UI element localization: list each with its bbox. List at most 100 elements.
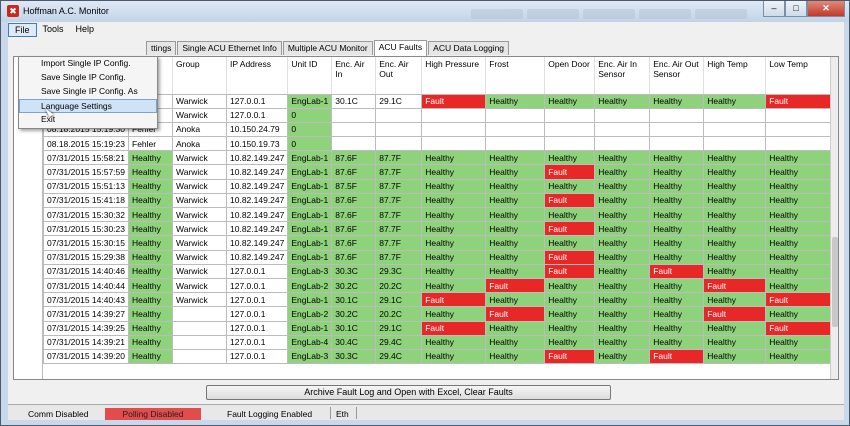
table-cell: Healthy xyxy=(421,263,487,279)
table-row[interactable]: 07/31/2015 15:58:21 Healthy Warwick 10.82.1… xyxy=(43,150,833,166)
vertical-scrollbar[interactable] xyxy=(830,57,838,379)
column-header[interactable]: Enc. Air Out Sensor xyxy=(649,57,705,95)
table-cell: Healthy xyxy=(544,334,596,350)
column-header[interactable]: High Temp xyxy=(703,57,767,95)
column-header[interactable]: Open Door xyxy=(544,57,596,95)
table-cell: Healthy xyxy=(649,93,705,109)
table-cell: Warwick xyxy=(172,235,227,251)
table-row[interactable]: 07/31/2015 14:39:20 Healthy 127.0.0.1 EngLa… xyxy=(43,348,833,365)
table-cell: 10.82.149.247 xyxy=(225,150,289,166)
minimize-button[interactable]: – xyxy=(763,1,785,17)
table-cell: Healthy xyxy=(765,249,833,265)
table-cell: Warwick xyxy=(172,93,227,109)
table-cell: Healthy xyxy=(649,192,705,209)
table-cell: Fault xyxy=(421,292,487,308)
table-row[interactable]: 07/31/2015 15:29:38 Healthy Warwick 10.82.1… xyxy=(43,249,833,265)
table-cell: 29.1C xyxy=(375,320,423,336)
table-cell: Healthy xyxy=(703,150,767,166)
table-cell xyxy=(703,136,767,152)
table-row[interactable]: 07/31/2015 15:30:32 Healthy Warwick 10.82.1… xyxy=(43,206,833,223)
tab-acu-faults[interactable]: ACU Faults xyxy=(373,40,428,56)
table-row[interactable]: 07/31/2015 15:51:13 Healthy Warwick 10.82.1… xyxy=(43,178,833,194)
menu-save-single-ip-config[interactable]: Save Single IP Config. xyxy=(19,71,157,85)
table-cell: 07/31/2015 15:51:13 xyxy=(43,178,129,194)
table-cell: Healthy xyxy=(594,93,651,109)
table-cell: Healthy xyxy=(765,150,833,166)
column-header[interactable]: Group xyxy=(172,57,227,95)
table-row[interactable]: 07/31/2015 14:40:43 Healthy Warwick 127.0.0… xyxy=(43,292,833,308)
scrollbar-thumb[interactable] xyxy=(832,237,838,327)
table-cell: Warwick xyxy=(172,107,227,123)
table-row[interactable]: 07/31/2015 15:57:59 Healthy Warwick 10.82.1… xyxy=(43,164,833,180)
table-cell: Healthy xyxy=(544,306,596,322)
table-row[interactable]: 07/31/2015 14:39:25 Healthy 127.0.0.1 EngLa… xyxy=(43,320,833,336)
table-cell: 29.1C xyxy=(375,93,423,109)
menu-language-settings[interactable]: Language Settings xyxy=(19,99,157,113)
table-row[interactable]: 07/31/2015 15:41:18 Healthy Warwick 10.82.1… xyxy=(43,192,833,209)
table-cell: Healthy xyxy=(485,235,546,251)
tab-acu-data-logging[interactable]: ACU Data Logging xyxy=(428,41,510,55)
table-cell: 87.7F xyxy=(375,164,423,180)
column-header[interactable]: IP Address xyxy=(226,57,289,95)
table-cell xyxy=(544,136,596,152)
table-cell: 30.1C xyxy=(331,93,377,109)
table-cell: Healthy xyxy=(128,348,173,365)
menu-import-single-ip-config[interactable]: Import Single IP Config. xyxy=(19,57,157,71)
table-row[interactable]: 07/31/2015 14:39:21 Healthy 127.0.0.1 EngLa… xyxy=(43,334,833,350)
column-header[interactable]: Low Temp xyxy=(765,57,833,95)
table-cell: Healthy xyxy=(649,334,705,350)
table-cell: Healthy xyxy=(485,164,546,180)
menu-file[interactable]: File xyxy=(8,23,37,37)
table-cell: Warwick xyxy=(172,277,227,294)
table-cell: 87.7F xyxy=(375,249,423,265)
archive-fault-log-button[interactable]: Archive Fault Log and Open with Excel, C… xyxy=(206,385,611,400)
table-cell xyxy=(765,107,833,123)
table-cell: 30.2C xyxy=(331,306,377,322)
close-button[interactable]: ✕ xyxy=(807,1,845,17)
table-row[interactable]: 08.18.2015 15:19:30 Fehler Anoka 10.150.24.… xyxy=(43,121,833,138)
table-cell: Fault xyxy=(485,277,546,294)
table-cell: 07/31/2015 14:39:20 xyxy=(43,348,129,365)
column-header[interactable]: Enc. Air In xyxy=(331,57,377,95)
menu-help[interactable]: Help xyxy=(70,23,101,37)
maximize-button[interactable]: □ xyxy=(785,1,807,17)
table-cell: Healthy xyxy=(703,320,767,336)
title-bar[interactable]: ✖ Hoffman A.C. Monitor – □ ✕ xyxy=(1,1,849,22)
table-row[interactable]: 07/31/2015 15:30:15 Healthy Warwick 10.82.1… xyxy=(43,235,833,251)
table-cell: EngLab-1 xyxy=(287,150,333,166)
table-cell: EngLab-3 xyxy=(287,348,333,365)
table-cell: Healthy xyxy=(649,150,705,166)
column-header[interactable]: Unit ID xyxy=(287,57,333,95)
tab-settings[interactable]: ttings xyxy=(146,41,177,55)
table-cell: 08.18.2015 15:19:23 xyxy=(43,136,129,152)
table-cell: Healthy xyxy=(485,249,546,265)
table-cell: Healthy xyxy=(128,235,173,251)
tab-multiple-acu-monitor[interactable]: Multiple ACU Monitor xyxy=(282,41,373,55)
table-cell: 87.7F xyxy=(375,206,423,223)
table-row[interactable]: 08.18.2015 15:19:35FehlerWarwick127.0.0.… xyxy=(43,107,833,123)
table-row[interactable]: 07/31/2015 14:40:44 Healthy Warwick 127.0.0… xyxy=(43,277,833,294)
table-cell xyxy=(172,306,227,322)
table-cell: Healthy xyxy=(485,150,546,166)
table-row[interactable]: 07/31/2015 14:39:27 Healthy 127.0.0.1 EngLa… xyxy=(43,306,833,322)
column-header[interactable]: Frost xyxy=(485,57,546,95)
table-cell: Healthy xyxy=(649,306,705,322)
table-row[interactable]: 07/31/2015 15:30:23 Healthy Warwick 10.82.1… xyxy=(43,221,833,237)
table-cell: 10.82.149.247 xyxy=(225,192,289,209)
menu-save-single-ip-config-as[interactable]: Save Single IP Config. As xyxy=(19,85,157,99)
table-cell: Fault xyxy=(765,320,833,336)
column-header[interactable]: High Pressure xyxy=(421,57,487,95)
table-row[interactable]: 08.18.2015 15:19:23 Fehler Anoka 10.150.19.… xyxy=(43,136,833,152)
table-row[interactable]: 07/31/2015 14:40:46 Healthy Warwick 127.0.0… xyxy=(43,263,833,279)
column-header[interactable]: Enc. Air In Sensor xyxy=(594,57,651,95)
table-row[interactable]: Warwick 127.0.0.1 EngLab-1 30.1C 29.1C Fault H… xyxy=(43,93,833,109)
table-cell: 30.3C xyxy=(331,263,377,279)
table-cell: Healthy xyxy=(594,292,651,308)
menu-exit[interactable]: Exit xyxy=(19,113,157,127)
background-taskbar-tabs xyxy=(471,9,761,22)
tab-single-acu-ethernet-info[interactable]: Single ACU Ethernet Info xyxy=(177,41,282,55)
table-cell: 87.6F xyxy=(331,221,377,237)
column-header[interactable]: Enc. Air Out xyxy=(375,57,423,95)
menu-tools[interactable]: Tools xyxy=(37,23,70,37)
table-cell: Healthy xyxy=(765,306,833,322)
